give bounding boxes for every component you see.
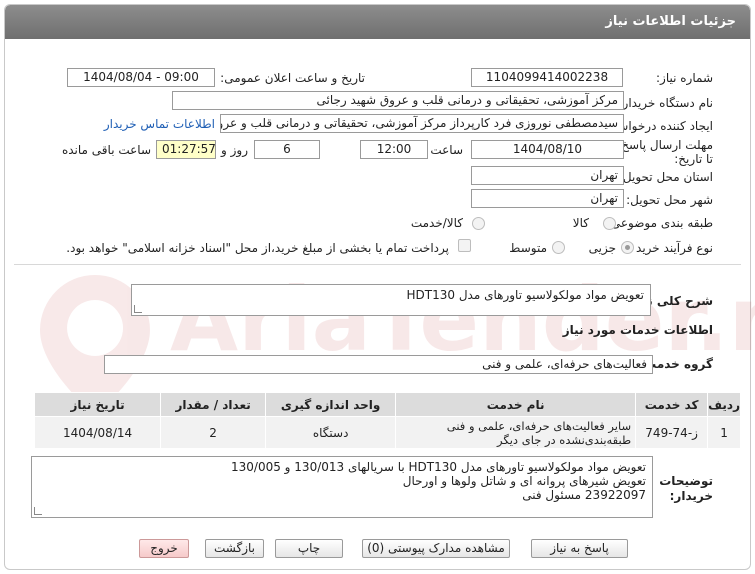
reply-button[interactable]: پاسخ به نیاز [531, 539, 628, 558]
table-row: 1 ز-74-749 سایر فعالیت‌های حرفه‌ای، علمی… [33, 416, 741, 449]
attachments-button[interactable]: مشاهده مدارک پیوستی (0) [362, 539, 510, 558]
treasury-payment-checkbox[interactable] [458, 239, 471, 252]
days-label: روز و [221, 143, 248, 157]
buyer-label: نام دستگاه خریدار: [618, 96, 714, 110]
category-label: طبقه بندی موضوعی: [606, 216, 713, 230]
back-button[interactable]: بازگشت [205, 539, 264, 558]
buyer-notes-line: تعویض شیرهای پروانه ای و شاتل ولوها و او… [402, 474, 646, 488]
creator-field: سیدمصطفی نوروزی فرد کارپرداز مرکز آموزشی… [220, 114, 624, 133]
deadline-date-field: 1404/08/10 [471, 140, 624, 159]
service-group-field: فعالیت‌های حرفه‌ای، علمی و فنی [104, 355, 653, 374]
city-label: شهر محل تحویل: [626, 193, 713, 207]
buyer-contact-link[interactable]: اطلاعات تماس خریدار [104, 117, 215, 131]
col-date-header: تاریخ نیاز [33, 392, 162, 417]
process-medium-label: متوسط [509, 241, 547, 255]
resize-handle[interactable] [134, 305, 142, 313]
city-field: تهران [471, 189, 624, 208]
province-field: تهران [471, 166, 624, 185]
cell-date: 1404/08/14 [33, 416, 162, 449]
services-section-title: اطلاعات خدمات مورد نیاز [562, 323, 713, 337]
deadline-time-label: ساعت [430, 143, 463, 157]
remaining-time-field: 01:27:57 [156, 140, 216, 159]
need-number-field: 1104099414002238 [471, 68, 623, 87]
exit-button[interactable]: خروج [139, 539, 189, 558]
days-remaining-field: 6 [254, 140, 320, 159]
cell-qty: 2 [160, 416, 267, 449]
cell-name: سایر فعالیت‌های حرفه‌ای، علمی و فنی طبقه… [395, 416, 637, 449]
print-button[interactable]: چاپ [275, 539, 343, 558]
remaining-time-label: ساعت باقی مانده [61, 143, 151, 157]
col-qty-header: تعداد / مقدار [160, 392, 267, 417]
buyer-notes-line: تعویض مواد مولکولاسیو تاورهای مدل HDT130… [231, 460, 646, 474]
buyer-field: مرکز آموزشی، تحقیقاتی و درمانی قلب و عرو… [172, 91, 624, 110]
announce-date-field: 1404/08/04 - 09:00 [67, 68, 215, 87]
resize-handle[interactable] [34, 507, 42, 515]
panel-header: جزئیات اطلاعات نیاز [5, 5, 750, 39]
category-goods-service-label: کالا/خدمت [410, 216, 463, 230]
buyer-notes-line: 23922097 مسئول فنی [522, 488, 646, 502]
section-divider [14, 264, 741, 265]
panel-title: جزئیات اطلاعات نیاز [605, 14, 736, 29]
buyer-notes-field: تعویض مواد مولکولاسیو تاورهای مدل HDT130… [31, 456, 653, 518]
process-minor-label: جزیی [588, 241, 616, 255]
col-name-header: نام خدمت [395, 392, 637, 417]
province-label: استان محل تحویل: [618, 170, 713, 184]
cell-code: ز-74-749 [635, 416, 709, 449]
cell-row: 1 [707, 416, 741, 449]
category-goods-radio[interactable] [603, 217, 616, 230]
need-number-label: شماره نیاز: [656, 71, 713, 85]
cell-unit: دستگاه [265, 416, 397, 449]
category-goods-service-radio[interactable] [472, 217, 485, 230]
summary-field: تعویض مواد مولکولاسیو تاورهای مدل HDT130 [131, 284, 651, 316]
deadline-label: مهلت ارسال پاسخ: تا تاریخ: [617, 138, 713, 166]
announce-date-label: تاریخ و ساعت اعلان عمومی: [220, 71, 365, 85]
treasury-payment-note: پرداخت تمام یا بخشی از مبلغ خرید،از محل … [66, 241, 449, 255]
table-header-row: ردیف کد خدمت نام خدمت واحد اندازه گیری ت… [33, 392, 741, 417]
summary-text: تعویض مواد مولکولاسیو تاورهای مدل HDT130 [406, 288, 644, 302]
col-code-header: کد خدمت [635, 392, 709, 417]
col-row-header: ردیف [707, 392, 741, 417]
col-unit-header: واحد اندازه گیری [265, 392, 397, 417]
category-goods-label: کالا [572, 216, 589, 230]
process-type-label: نوع فرآیند خرید : [628, 241, 713, 255]
process-medium-radio[interactable] [552, 241, 565, 254]
services-table: ردیف کد خدمت نام خدمت واحد اندازه گیری ت… [33, 392, 741, 449]
process-minor-radio[interactable] [621, 241, 634, 254]
buyer-notes-label: توضیحات خریدار: [659, 474, 713, 503]
deadline-time-field: 12:00 [360, 140, 428, 159]
